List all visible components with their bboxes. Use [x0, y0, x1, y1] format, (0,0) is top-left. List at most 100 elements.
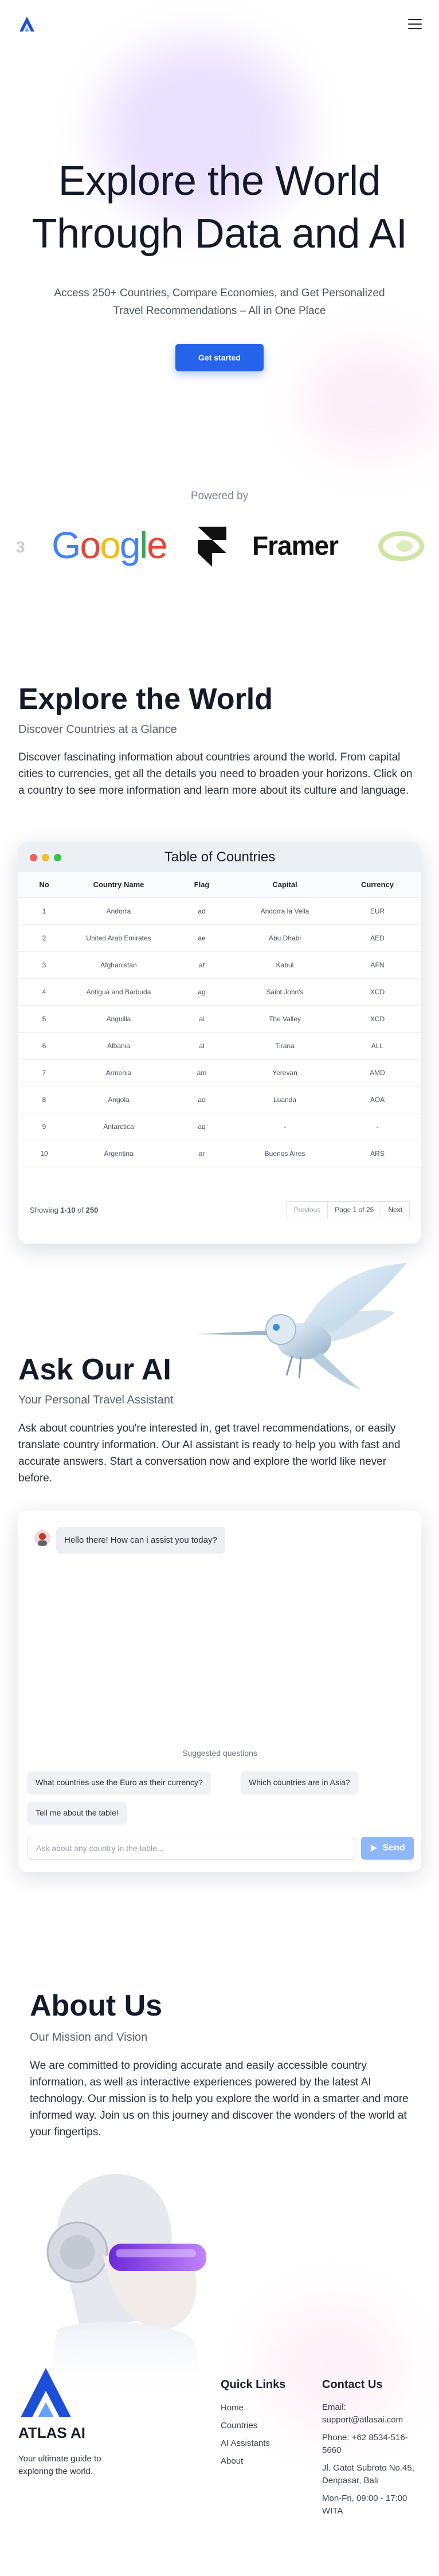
explore-subtitle: Discover Countries at a Glance: [18, 723, 177, 736]
send-button-label: Send: [382, 1843, 405, 1853]
row-number-cell: 4: [18, 978, 70, 1006]
column-header-currency[interactable]: Currency: [334, 872, 421, 898]
row-number-cell: 6: [18, 1032, 70, 1060]
showing-prefix: Showing: [30, 1205, 58, 1214]
hero-subtitle: Access 250+ Countries, Compare Economies…: [54, 287, 385, 317]
capital-cell: Abu Dhabi: [236, 924, 334, 952]
table-row[interactable]: 9 Antarctica aq - -: [18, 1113, 421, 1140]
footer-link-ai-assistants[interactable]: AI Assistants: [221, 2438, 270, 2448]
hamburger-menu-icon[interactable]: [408, 19, 422, 29]
contact-email: Email: support@atlasai.com: [322, 2402, 403, 2425]
window-minimize-dot: [42, 854, 49, 861]
contact-address: Jl. Gatot Subroto No.45, Denpasar, Bali: [322, 2463, 414, 2485]
ask-ai-title: Ask Our AI: [18, 1353, 171, 1386]
footer-atlas-logo-icon: [21, 2368, 71, 2417]
google-letter: o: [100, 524, 121, 566]
get-started-button[interactable]: Get started: [175, 344, 264, 371]
country-name-cell: Argentina: [70, 1140, 167, 1167]
country-name-cell: Antarctica: [70, 1113, 167, 1140]
chat-message-input[interactable]: [28, 1837, 355, 1860]
table-row[interactable]: 10 Argentina ar Buenos Aires ARS: [18, 1140, 421, 1167]
countries-table-card: Table of Countries No Country Name Flag …: [18, 842, 421, 1244]
table-row[interactable]: 3 Afghanistan af Kabul AFN: [18, 951, 421, 979]
currency-cell: AFN: [334, 951, 421, 979]
table-row[interactable]: 6 Albania al Tirana ALL: [18, 1032, 421, 1060]
row-number-cell: 9: [18, 1113, 70, 1140]
ask-ai-subtitle: Your Personal Travel Assistant: [18, 1394, 174, 1406]
table-row[interactable]: 7 Armenia am Yerevan AMD: [18, 1059, 421, 1087]
table-row[interactable]: 8 Angola ao Luanda AOA: [18, 1086, 421, 1113]
footer-tagline: Your ultimate guide to exploring the wor…: [18, 2454, 101, 2476]
google-letter: o: [80, 524, 101, 566]
window-close-dot: [30, 854, 37, 861]
country-name-cell: United Arab Emirates: [70, 924, 167, 952]
currency-cell: EUR: [334, 897, 421, 925]
table-row[interactable]: 4 Antigua and Barbuda ag Saint John's XCD: [18, 978, 421, 1006]
google-logo: Google: [52, 523, 168, 567]
country-name-cell: Antigua and Barbuda: [70, 978, 167, 1006]
table-header-row: No Country Name Flag Capital Currency: [18, 872, 421, 898]
next-page-button[interactable]: Next: [381, 1201, 410, 1218]
explore-title: Explore the World: [18, 683, 273, 716]
google-letter: l: [139, 524, 148, 566]
assistant-greeting-message: Hello there! How can i assist you today?: [56, 1527, 225, 1554]
capital-cell: Kabul: [236, 951, 334, 979]
table-row[interactable]: 1 Andorra ad Andorra la Vella EUR: [18, 897, 421, 925]
row-number-cell: 3: [18, 951, 70, 979]
about-description: We are committed to providing accurate a…: [30, 2060, 409, 2138]
top-navigation: [0, 0, 439, 48]
capital-cell: -: [236, 1113, 334, 1140]
quick-links-title: Quick Links: [221, 2378, 286, 2391]
capital-cell: The Valley: [236, 1005, 334, 1033]
column-header-no[interactable]: No: [18, 872, 70, 898]
column-header-capital[interactable]: Capital: [236, 872, 334, 898]
table-row[interactable]: 2 United Arab Emirates ae Abu Dhabi AED: [18, 924, 421, 952]
footer-link-countries[interactable]: Countries: [221, 2421, 257, 2430]
hero-title: Explore the World Through Data and AI: [0, 155, 439, 260]
contact-hours: Mon-Fri, 09:00 - 17:00 WITA: [322, 2493, 407, 2516]
ai-chat-window: Hello there! How can i assist you today?…: [18, 1511, 421, 1872]
flag-code-cell: ai: [167, 1005, 236, 1033]
flag-code-cell: ao: [167, 1086, 236, 1113]
flag-code-cell: af: [167, 951, 236, 979]
robot-hummingbird-illustration: [196, 1263, 407, 1390]
flag-code-cell: aq: [167, 1113, 236, 1140]
table-row[interactable]: 5 Anguilla ai The Valley XCD: [18, 1005, 421, 1033]
contact-us-title: Contact Us: [322, 2378, 383, 2391]
suggested-question-chip[interactable]: Tell me about the table!: [28, 1802, 127, 1824]
column-header-flag[interactable]: Flag: [167, 872, 236, 898]
footer-brand-name: ATLAS AI: [18, 2424, 85, 2441]
row-number-cell: 8: [18, 1086, 70, 1113]
table-pagination: Showing 1-10 of 250 Previous Page 1 of 2…: [30, 1201, 410, 1218]
column-header-country-name[interactable]: Country Name: [70, 872, 167, 898]
previous-page-button[interactable]: Previous: [286, 1201, 328, 1218]
capital-cell: Tirana: [236, 1032, 334, 1060]
window-controls: [30, 854, 61, 861]
suggested-question-chip[interactable]: What countries use the Euro as their cur…: [28, 1771, 211, 1793]
country-name-cell: Andorra: [70, 897, 167, 925]
currency-cell: AMD: [334, 1059, 421, 1087]
suggested-questions-title: Suggested questions: [182, 1748, 257, 1758]
currency-cell: ARS: [334, 1140, 421, 1167]
table-card-header: Table of Countries: [18, 842, 421, 872]
atlas-logo-icon[interactable]: [17, 14, 37, 34]
about-title: About Us: [30, 1989, 163, 2022]
framer-logo-wordmark: Framer: [252, 531, 339, 560]
currency-cell: AOA: [334, 1086, 421, 1113]
capital-cell: Buenos Aires: [236, 1140, 334, 1167]
framer-logo-icon: [198, 527, 226, 567]
row-number-cell: 1: [18, 897, 70, 925]
suggested-question-chip[interactable]: Which countries are in Asia?: [241, 1771, 358, 1793]
capital-cell: Luanda: [236, 1086, 334, 1113]
footer-link-home[interactable]: Home: [221, 2403, 244, 2413]
showing-total: 250: [85, 1205, 99, 1214]
table-title: Table of Countries: [164, 849, 276, 865]
send-button[interactable]: Send: [361, 1837, 414, 1860]
showing-summary: Showing 1-10 of 250: [30, 1206, 98, 1214]
capital-cell: Yerevan: [236, 1059, 334, 1087]
footer-link-about[interactable]: About: [221, 2456, 243, 2466]
capital-cell: Andorra la Vella: [236, 897, 334, 925]
google-letter: e: [147, 524, 168, 566]
flag-code-cell: am: [167, 1059, 236, 1087]
currency-cell: ALL: [334, 1032, 421, 1060]
